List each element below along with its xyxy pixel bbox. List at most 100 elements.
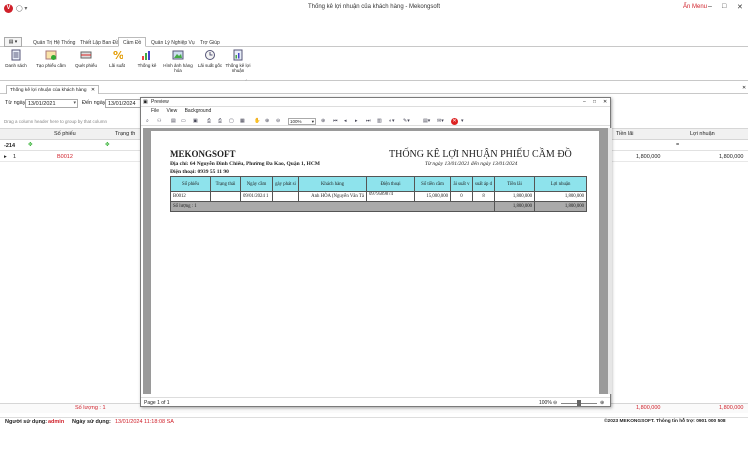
last-page-icon[interactable]: ⏭ [366,118,371,124]
report-col-dien-thoai: Điện thoại [366,176,415,192]
preview-menu-view[interactable]: View [166,108,177,114]
folder-icon[interactable]: ▭ [181,118,186,124]
row-so-phieu[interactable]: B0012 [57,154,73,160]
group-by-hint: Drag a column header here to group by th… [4,119,108,124]
maximize-icon[interactable]: □ [722,3,726,10]
prev-page-icon[interactable]: ◂ [344,118,347,124]
thong-ke-button[interactable]: Thống kê [132,49,162,68]
filter-row-value[interactable]: -214 [4,143,15,149]
lai-suat-button[interactable]: % Lãi suất [102,49,132,68]
report-cell: 0 [450,191,473,202]
preview-toolbar [141,116,610,126]
col-loi-nhuan[interactable]: Lợi nhuận [690,131,715,137]
report-header-row: Số phiếu Trạng thái Ngày cầm gày phát si… [170,176,588,192]
report-cell: 1,800,000 [494,191,536,202]
multi-page-icon[interactable]: ▥ [377,118,382,124]
next-page-icon[interactable]: ▸ [355,118,358,124]
report-cell: Anh HÒA (Nguyễn Văn Tâ [298,191,367,202]
close-preview-icon[interactable]: ✕ [451,118,458,125]
col-so-phieu[interactable]: Số phiếu [54,131,76,137]
binoculars-icon[interactable]: ⚇ [157,118,161,124]
email-icon[interactable]: ✉▾ [437,118,444,124]
preview-canvas: MEKONGSOFT Địa chỉ: 64 Nguyễn Đình Chiểu… [143,128,608,394]
zoom-select[interactable]: 100% ▾ [288,118,316,125]
report-sum-loi-nhuan: 1,800,000 [534,201,588,212]
preview-menu-file[interactable]: File [151,108,159,114]
zoom-chevron-down-icon: ▾ [311,119,314,124]
zoom-icon[interactable]: ⊕ [265,118,269,124]
report-row: B0012 09/01/2024 1 Anh HÒA (Nguyễn Văn T… [170,191,588,202]
from-date-value: 13/01/2021 [28,101,56,107]
date-label: Ngày sử dụng: [72,419,111,425]
scale-icon[interactable]: ▦ [240,118,245,124]
quet-phieu-button[interactable]: Quét phiếu [71,49,101,68]
zoom-out-small-icon[interactable]: ⊖ [553,400,557,406]
report-col-tien-lai: Tiền lãi [494,176,536,192]
tab-nghiep-vu[interactable]: Quản Lý Nghiệp Vụ [146,37,200,47]
report-company: MEKONGSOFT [170,149,236,159]
lai-suat-goc-button[interactable]: Lãi suất gốc [195,49,225,68]
scan-icon [80,51,92,59]
doc-close-all-icon[interactable]: ✕ [742,85,746,91]
danh-sach-button[interactable]: Danh sách [1,49,31,68]
zoom-out-icon[interactable]: ⊖ [276,118,280,124]
preview-scrollbar[interactable] [608,128,612,394]
preview-menu-background[interactable]: Background [185,108,212,114]
from-date-input[interactable]: 13/01/2021 ▾ [25,99,78,108]
zoom-slider-thumb[interactable] [577,400,581,406]
thong-ke-loi-nhuan-button[interactable]: Thống kê lợi nhuận [224,49,252,73]
report-title: THỐNG KÊ LỢI NHUẬN PHIẾU CẦM ĐỒ [389,149,572,160]
preview-close-icon[interactable]: ✕ [603,99,607,105]
hinh-anh-hang-hoa-button[interactable]: Hình ảnh hàng hóa [162,49,194,73]
new-ticket-icon [45,50,57,60]
copyright: ©2023 MEKONGSOFT. Thông tin hỗ trợ: 0901… [604,419,726,424]
zoom-in-icon[interactable]: ⊕ [321,118,325,124]
danh-sach-label: Danh sách [5,63,27,68]
tao-phieu-cam-button[interactable]: Tạo phiếu cầm [33,49,69,68]
tab-he-thong[interactable]: Quản Trị Hệ Thống [28,37,80,47]
zoom-in-small-icon[interactable]: ⊕ [600,400,604,406]
ribbon-expand-icon[interactable]: ⌟ [245,76,247,81]
image-icon [172,50,184,60]
close-chevron-down-icon[interactable]: ▾ [461,118,464,124]
report-page: MEKONGSOFT Địa chỉ: 64 Nguyễn Đình Chiểu… [151,131,599,394]
hand-icon[interactable]: ✋ [254,118,260,124]
to-date-input[interactable]: 13/01/2024 [105,99,143,108]
report-col-ngay-cam: Ngày cầm [240,176,273,192]
hide-menu-link[interactable]: Ẩn Menu [683,4,707,10]
filter-icon[interactable]: ✥ [28,142,33,148]
export-icon[interactable]: ▤▾ [423,118,430,124]
preview-minimize-icon[interactable]: – [583,99,586,105]
minimize-icon[interactable]: – [708,3,712,10]
search-icon[interactable]: ⌕ [146,118,149,124]
col-tien-lai[interactable]: Tiền lãi [616,131,634,137]
close-icon[interactable]: ✕ [737,3,743,11]
open-icon[interactable]: ▤ [171,118,176,124]
filter-icon-2[interactable]: ✥ [105,142,110,148]
row-index: 1 [13,154,17,160]
report-sum-row: Số lượng : 1 1,800,000 1,800,000 [169,201,588,212]
doc-tab[interactable]: Thống kê lợi nhuận của khách hàng ✕ [6,85,99,94]
app-menu-button[interactable]: ▤ ▾ [4,37,22,47]
first-page-icon[interactable]: ⏮ [333,118,338,124]
report-col-so-phieu: Số phiếu [170,176,211,192]
doc-tab-close-icon[interactable]: ✕ [91,88,95,93]
watermark-icon[interactable]: ✎▾ [403,118,410,124]
col-trang-thai[interactable]: Trạng th [115,131,135,137]
save-icon[interactable]: ▣ [193,118,198,124]
chevron-down-icon: ▾ [73,100,76,106]
lai-suat-goc-label: Lãi suất gốc [197,63,223,68]
to-date-value: 13/01/2024 [108,101,136,107]
tab-cam-do[interactable]: Cầm Đồ [118,37,147,47]
filter-equals-icon[interactable]: = [676,142,679,148]
tab-tro-giup[interactable]: Trợ Giúp [195,37,225,47]
print-icon[interactable]: ⎙ [207,118,211,124]
background-color-icon[interactable]: ◐▾ [389,118,395,124]
quick-print-icon[interactable]: ⎙ [218,118,222,124]
preview-maximize-icon[interactable]: □ [593,99,596,105]
preview-window[interactable]: Preview ▣ – □ ✕ File View Background ⌕ ⚇… [140,97,612,407]
page-setup-icon[interactable]: ▢ [229,118,234,124]
thong-ke-label: Thống kê [137,63,157,68]
rate-icon [205,50,215,60]
footer-count: Số lượng : 1 [75,405,106,411]
